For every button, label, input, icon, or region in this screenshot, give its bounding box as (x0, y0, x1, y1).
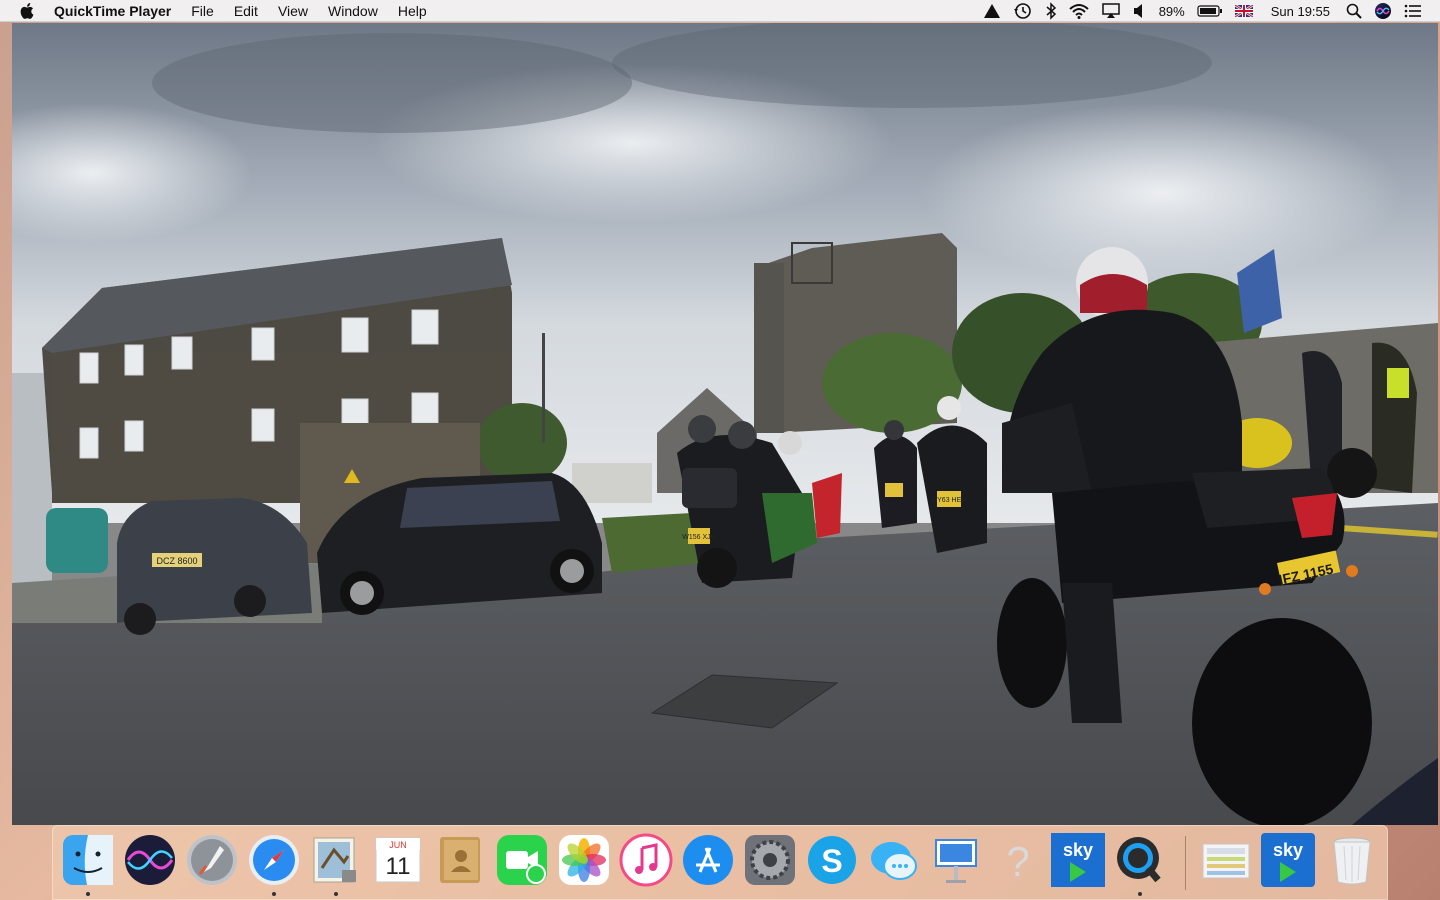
video-still-image: DCZ 8600 W156 XJH GY63 HEU IFZ 1155 (12, 23, 1438, 825)
running-indicator (1138, 892, 1142, 896)
calendar-icon: JUN 11 (375, 837, 421, 883)
menu-view[interactable]: View (268, 0, 318, 22)
dock-calendar[interactable]: JUN 11 (369, 832, 427, 894)
dock-photos[interactable] (555, 832, 613, 894)
siri-icon (125, 835, 175, 885)
contacts-icon (440, 837, 480, 883)
safari-icon (249, 835, 299, 885)
running-indicator (334, 892, 338, 896)
dock-mail[interactable] (307, 832, 365, 896)
svg-text:11: 11 (386, 853, 411, 880)
flag-uk-icon[interactable] (1234, 0, 1253, 22)
dock-help[interactable]: ? (989, 832, 1047, 894)
bluetooth-icon[interactable] (1045, 0, 1057, 22)
photos-icon (559, 835, 609, 885)
dock-separator (1185, 836, 1186, 890)
app-menu[interactable]: QuickTime Player (54, 0, 181, 22)
dock-sky-go[interactable]: sky (1049, 832, 1107, 894)
time-machine-icon[interactable] (1013, 0, 1033, 22)
svg-text:GY63 HEU: GY63 HEU (932, 497, 967, 504)
volume-icon[interactable] (1133, 0, 1147, 22)
menu-edit[interactable]: Edit (224, 0, 268, 22)
svg-text:W156 XJH: W156 XJH (682, 534, 715, 541)
menu-window[interactable]: Window (318, 0, 388, 22)
siri-icon[interactable] (1374, 0, 1392, 22)
quicktime-icon (1117, 837, 1161, 883)
messages-icon (871, 842, 917, 880)
menu-help[interactable]: Help (388, 0, 437, 22)
mail-icon (313, 837, 356, 883)
menu-bar: QuickTime Player File Edit View Window H… (0, 0, 1440, 22)
svg-text:sky: sky (1273, 840, 1303, 860)
svg-text:sky: sky (1063, 840, 1093, 860)
spotlight-icon[interactable] (1346, 0, 1362, 22)
apple-menu-icon[interactable] (20, 0, 36, 22)
keynote-icon (935, 839, 977, 883)
gear-icon (745, 835, 795, 885)
dock-quicktime[interactable] (1111, 832, 1169, 896)
video-player-frame[interactable]: DCZ 8600 W156 XJH GY63 HEU IFZ 1155 (12, 23, 1438, 825)
finder-icon (63, 835, 113, 885)
dock-safari[interactable] (245, 832, 303, 896)
dock-launchpad[interactable] (183, 832, 241, 894)
sky-go-icon: sky (1051, 833, 1105, 887)
dock-sky-go-2[interactable]: sky (1259, 832, 1317, 894)
notification-center-icon[interactable] (1404, 0, 1422, 22)
parked-car-grey: DCZ 8600 (117, 498, 312, 635)
question-mark-icon: ? (1006, 838, 1029, 885)
dock-skype[interactable]: S (803, 832, 861, 894)
svg-text:JUN: JUN (389, 840, 407, 850)
wifi-icon[interactable] (1069, 0, 1089, 22)
battery-icon[interactable] (1197, 0, 1223, 22)
launchpad-icon (187, 835, 237, 885)
dock-downloads-stack[interactable] (1197, 832, 1255, 894)
itunes-icon (619, 833, 673, 887)
dock-contacts[interactable] (431, 832, 489, 894)
running-indicator (272, 892, 276, 896)
dock-trash[interactable] (1323, 832, 1381, 894)
svg-text:DCZ 8600: DCZ 8600 (156, 556, 197, 566)
svg-text:?: ? (1006, 838, 1029, 885)
dock: JUN 11 S ? sky sky (52, 825, 1388, 900)
vlc-cone-icon[interactable] (983, 0, 1001, 22)
dock-keynote[interactable] (927, 832, 985, 894)
app-store-icon (683, 835, 733, 885)
dock-siri[interactable] (121, 832, 179, 894)
running-indicator (86, 892, 90, 896)
skype-icon: S (808, 836, 856, 884)
dock-system-preferences[interactable] (741, 832, 799, 894)
trash-icon (1333, 837, 1371, 885)
svg-text:S: S (821, 843, 842, 879)
airplay-icon[interactable] (1101, 0, 1121, 22)
folder-stack-icon (1202, 843, 1250, 879)
menu-file[interactable]: File (181, 0, 224, 22)
clock[interactable]: Sun 19:55 (1271, 0, 1330, 22)
dock-messages[interactable] (865, 832, 923, 894)
battery-percent: 89% (1158, 3, 1185, 19)
dock-finder[interactable] (59, 832, 117, 896)
dock-itunes[interactable] (617, 832, 675, 894)
facetime-icon (497, 835, 547, 885)
dock-app-store[interactable] (679, 832, 737, 894)
sky-go-icon: sky (1261, 833, 1315, 887)
dock-facetime[interactable] (493, 832, 551, 894)
